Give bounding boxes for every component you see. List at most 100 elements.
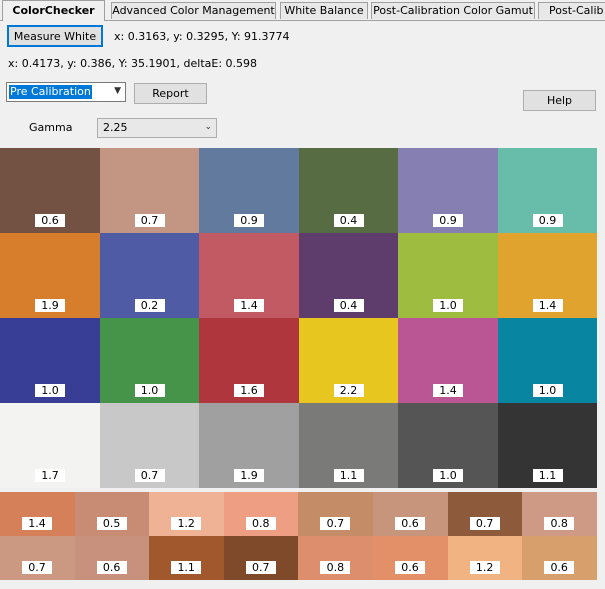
color-patch[interactable]: 0.9	[199, 148, 299, 233]
delta-e-label: 1.9	[234, 469, 264, 482]
report-button[interactable]: Report	[134, 83, 207, 104]
color-patch[interactable]: 1.4	[199, 233, 299, 318]
delta-e-label: 0.6	[395, 561, 425, 574]
color-patch[interactable]: 0.8	[223, 492, 299, 536]
delta-e-label: 1.4	[532, 299, 563, 312]
delta-e-label: 1.1	[532, 469, 563, 482]
delta-e-label: 1.0	[134, 384, 165, 397]
color-patch[interactable]: 1.0	[99, 318, 199, 403]
delta-e-label: 0.6	[35, 214, 65, 227]
delta-e-label: 1.0	[35, 384, 65, 397]
delta-e-label: 1.9	[35, 299, 65, 312]
color-patch[interactable]: 0.7	[223, 536, 299, 580]
color-patch[interactable]: 1.1	[149, 536, 224, 580]
measure-white-button[interactable]: Measure White	[7, 25, 103, 47]
delta-e-label: 1.6	[234, 384, 264, 397]
delta-e-label: 0.4	[333, 299, 364, 312]
color-patch[interactable]: 1.0	[398, 233, 498, 318]
color-patch[interactable]: 1.6	[199, 318, 299, 403]
delta-e-label: 0.5	[96, 517, 127, 530]
colorchecker-grid: 0.6 0.7 0.9 0.4 0.9 0.9 1.9 0.2 1.4 0.4 1.0 1.4 1.0 1…	[0, 148, 597, 488]
delta-e-label: 1.1	[171, 561, 202, 574]
color-patch[interactable]: 0.4	[298, 233, 398, 318]
color-patch[interactable]: 1.0	[0, 318, 100, 403]
tab-post-calib[interactable]: Post-Calib	[538, 2, 605, 19]
tab-advanced-color-management[interactable]: Advanced Color Management	[111, 2, 276, 19]
calibration-mode-value: Pre Calibration	[9, 85, 92, 99]
gamma-label: Gamma	[29, 121, 73, 134]
color-patch[interactable]: 1.9	[199, 403, 299, 488]
color-patch[interactable]: 1.0	[398, 403, 498, 488]
color-patch[interactable]: 1.0	[497, 318, 597, 403]
delta-e-label: 0.6	[395, 517, 425, 530]
color-patch[interactable]: 0.6	[373, 492, 448, 536]
color-patch[interactable]: 0.6	[74, 536, 150, 580]
color-patch[interactable]: 1.1	[497, 403, 597, 488]
delta-e-label: 0.8	[245, 517, 276, 530]
color-patch[interactable]: 0.5	[74, 492, 150, 536]
color-patch[interactable]: 2.2	[298, 318, 398, 403]
tab-post-calibration-color-gamut[interactable]: Post-Calibration Color Gamut	[371, 2, 535, 19]
color-patch[interactable]: 0.6	[0, 148, 100, 233]
color-patch[interactable]: 1.9	[0, 233, 100, 318]
color-patch[interactable]: 1.4	[0, 492, 75, 536]
gamma-select[interactable]: 2.25 ⌄	[97, 118, 217, 138]
delta-e-label: 1.4	[433, 384, 463, 397]
white-reading-text: x: 0.3163, y: 0.3295, Y: 91.3774	[114, 30, 290, 43]
help-button[interactable]: Help	[523, 90, 596, 111]
delta-e-label: 0.7	[134, 214, 165, 227]
chevron-down-icon: ⌄	[204, 122, 212, 132]
calibration-mode-select[interactable]: Pre Calibration ▼	[6, 82, 126, 102]
color-patch[interactable]: 0.7	[298, 492, 373, 536]
tab-colorchecker[interactable]: ColorChecker	[2, 0, 105, 21]
color-patch[interactable]: 1.4	[497, 233, 597, 318]
delta-e-label: 1.2	[171, 517, 202, 530]
delta-e-label: 0.7	[320, 517, 351, 530]
color-patch[interactable]: 1.2	[149, 492, 224, 536]
color-patch[interactable]: 0.7	[447, 492, 523, 536]
delta-e-label: 0.7	[22, 561, 52, 574]
delta-e-label: 1.4	[234, 299, 264, 312]
delta-e-label: 1.4	[22, 517, 52, 530]
delta-e-label: 0.8	[320, 561, 351, 574]
color-patch[interactable]: 1.1	[298, 403, 398, 488]
delta-e-label: 0.4	[333, 214, 364, 227]
delta-e-label: 1.0	[532, 384, 563, 397]
delta-e-label: 0.9	[532, 214, 563, 227]
color-patch[interactable]: 0.2	[99, 233, 199, 318]
delta-e-label: 1.1	[333, 469, 364, 482]
delta-e-label: 0.7	[134, 469, 165, 482]
color-patch[interactable]: 0.7	[99, 148, 199, 233]
delta-e-label: 1.0	[433, 469, 463, 482]
delta-e-label: 0.8	[544, 517, 575, 530]
skin-tone-grid: 1.4 0.5 1.2 0.8 0.7 0.6 0.7 0.8 0.7 0.6 1.1 0.7 0.8 0…	[0, 492, 597, 580]
color-patch[interactable]: 0.9	[398, 148, 498, 233]
delta-e-label: 1.2	[469, 561, 500, 574]
color-patch[interactable]: 0.4	[298, 148, 398, 233]
delta-e-label: 0.9	[234, 214, 264, 227]
tab-bar: ColorChecker Advanced Color Management W…	[0, 0, 605, 21]
color-patch[interactable]: 0.6	[522, 536, 597, 580]
color-patch[interactable]: 1.7	[0, 403, 100, 488]
delta-e-label: 0.6	[96, 561, 127, 574]
color-patch[interactable]: 0.6	[373, 536, 448, 580]
delta-e-label: 0.7	[469, 517, 500, 530]
delta-e-label: 1.0	[433, 299, 463, 312]
delta-e-label: 1.7	[35, 469, 65, 482]
delta-e-label: 0.7	[245, 561, 276, 574]
delta-e-label: 0.9	[433, 214, 463, 227]
delta-e-label: 0.2	[134, 299, 165, 312]
color-patch[interactable]: 0.7	[0, 536, 75, 580]
delta-e-label: 2.2	[333, 384, 364, 397]
tab-white-balance[interactable]: White Balance	[280, 2, 368, 19]
color-patch[interactable]: 0.7	[99, 403, 199, 488]
color-patch[interactable]: 1.2	[447, 536, 523, 580]
chevron-down-icon: ▼	[114, 86, 121, 96]
color-patch[interactable]: 0.9	[497, 148, 597, 233]
color-patch[interactable]: 0.8	[522, 492, 597, 536]
gamma-value: 2.25	[103, 121, 128, 134]
color-patch[interactable]: 1.4	[398, 318, 498, 403]
color-patch[interactable]: 0.8	[298, 536, 373, 580]
delta-e-label: 0.6	[544, 561, 575, 574]
measurement-reading-text: x: 0.4173, y: 0.386, Y: 35.1901, deltaE:…	[8, 57, 258, 70]
